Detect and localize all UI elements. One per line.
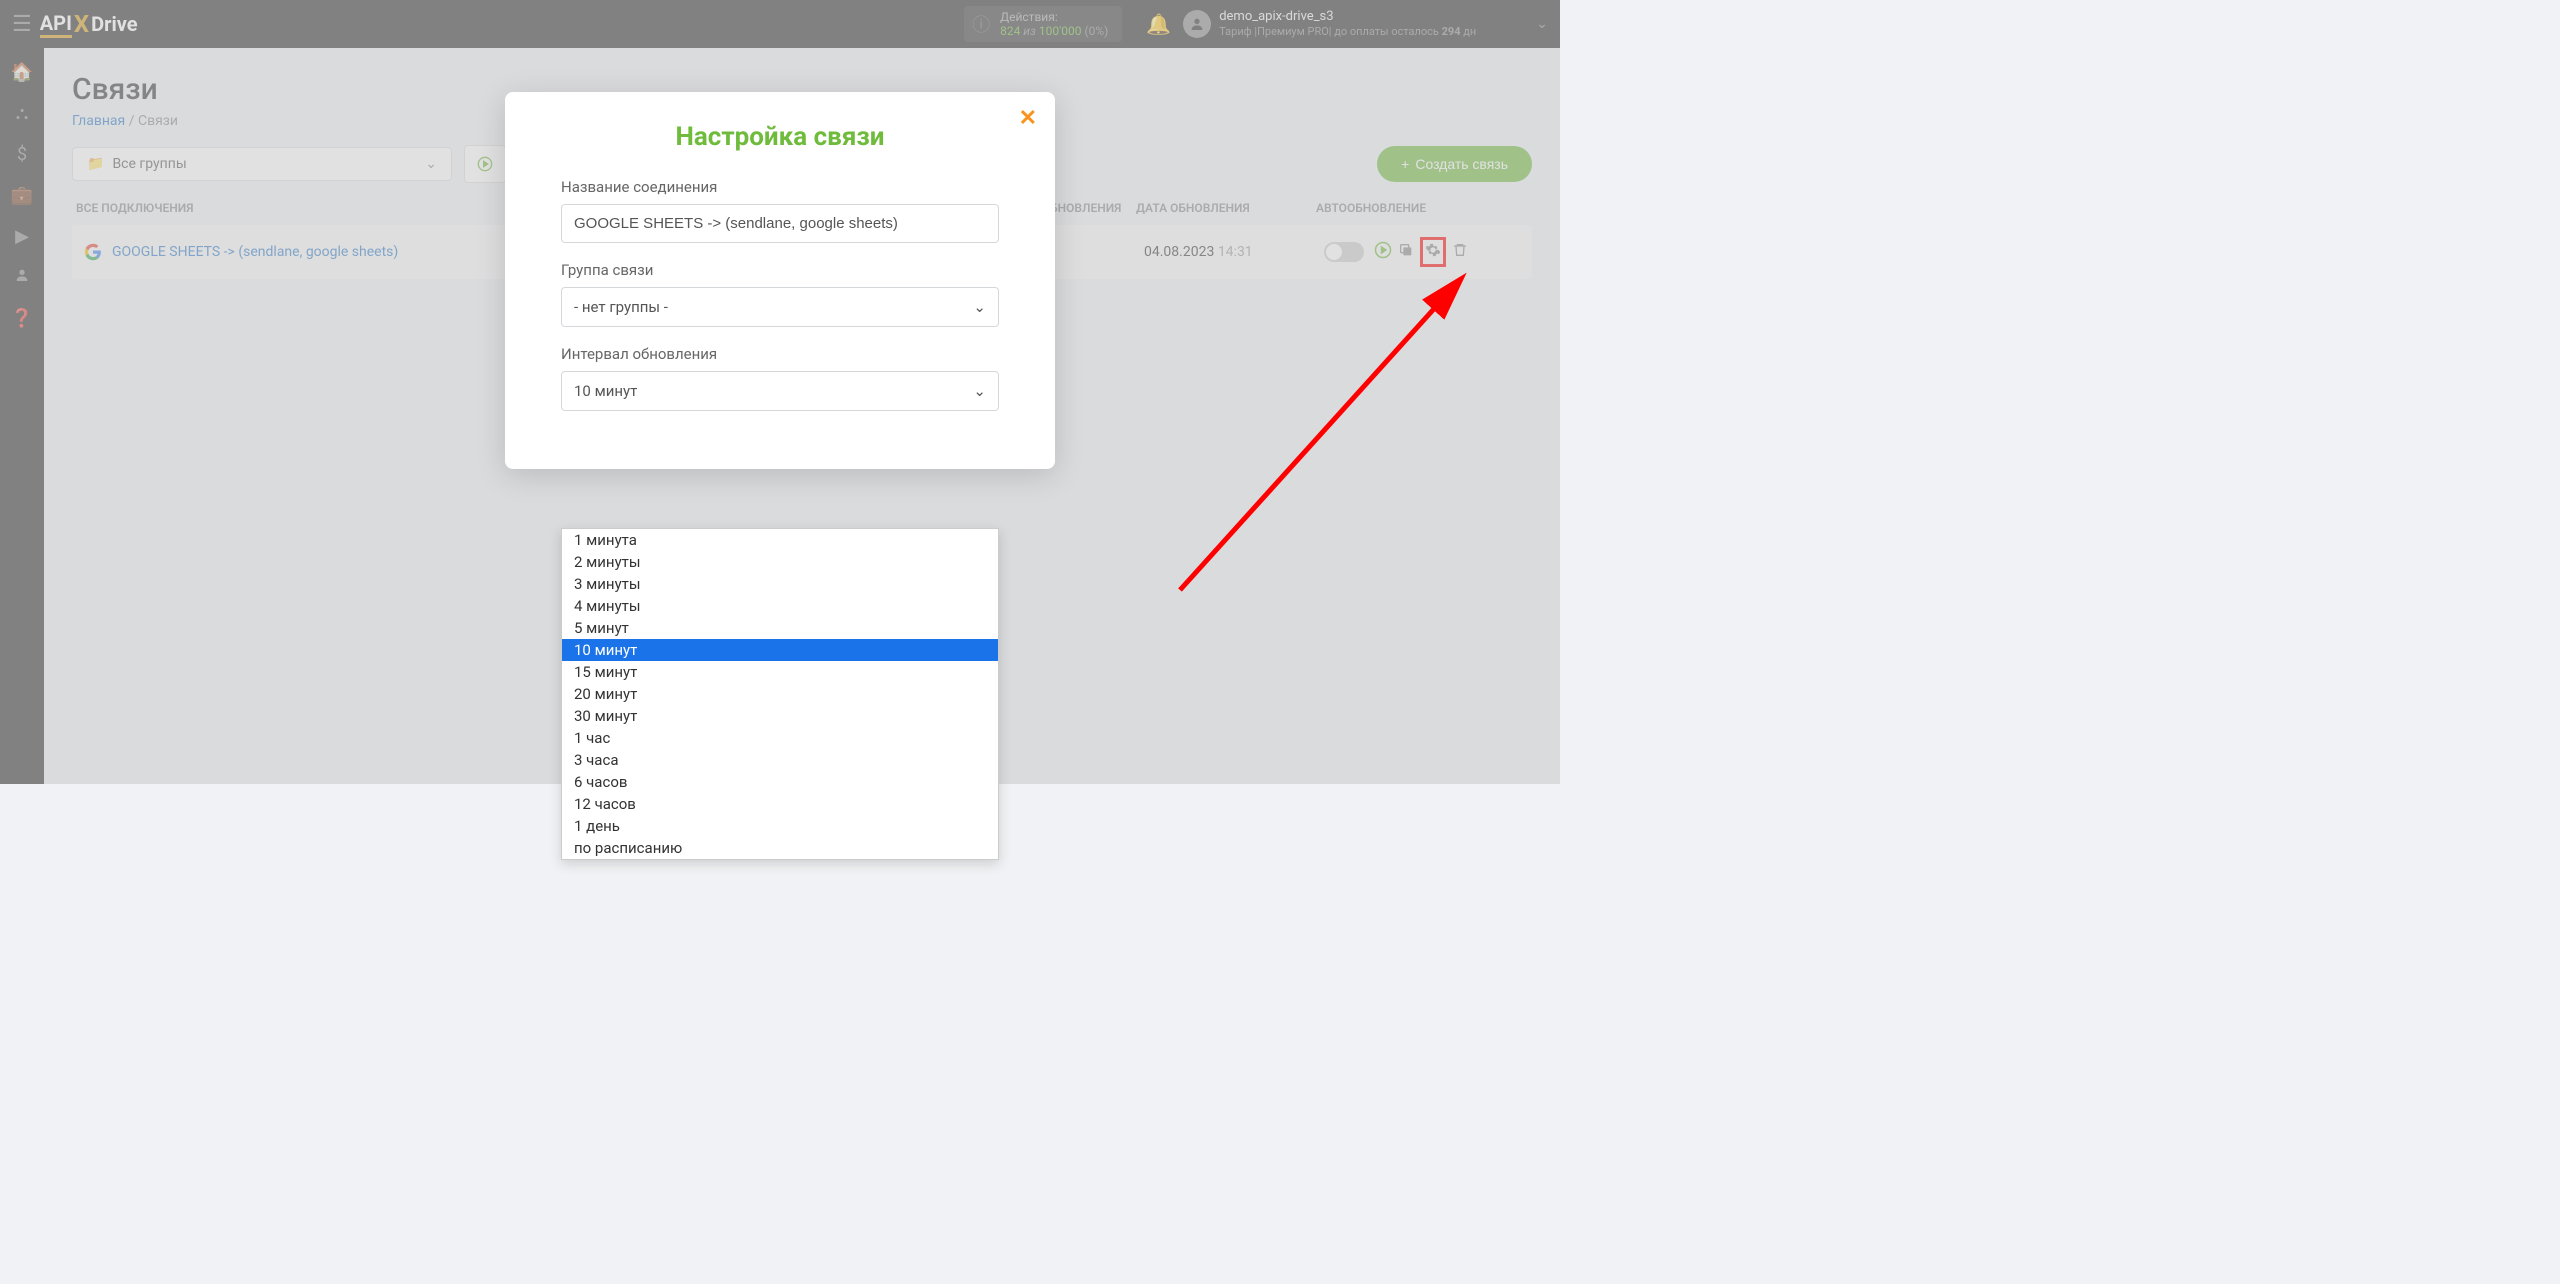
interval-option[interactable]: 1 час <box>562 727 998 749</box>
close-icon[interactable]: ✕ <box>1019 106 1037 131</box>
interval-select-field[interactable]: 10 минут ⌄ <box>561 371 999 411</box>
interval-option[interactable]: 3 минуты <box>562 573 998 595</box>
chevron-down-icon: ⌄ <box>973 298 986 316</box>
interval-option[interactable]: 1 минута <box>562 529 998 551</box>
interval-option[interactable]: 20 минут <box>562 683 998 705</box>
interval-option[interactable]: 1 день <box>562 815 998 837</box>
interval-option[interactable]: 5 минут <box>562 617 998 639</box>
interval-option[interactable]: 12 часов <box>562 793 998 815</box>
interval-option[interactable]: 4 минуты <box>562 595 998 617</box>
label-group: Группа связи <box>561 261 999 279</box>
interval-option[interactable]: 3 часа <box>562 749 998 771</box>
interval-dropdown: 1 минута2 минуты3 минуты4 минуты5 минут1… <box>561 528 999 860</box>
label-interval: Интервал обновления <box>561 345 999 363</box>
label-connection-name: Название соединения <box>561 178 999 196</box>
group-select-field[interactable]: - нет группы - ⌄ <box>561 287 999 327</box>
interval-option[interactable]: 30 минут <box>562 705 998 727</box>
interval-option[interactable]: 10 минут <box>562 639 998 661</box>
interval-option[interactable]: 15 минут <box>562 661 998 683</box>
interval-option[interactable]: 6 часов <box>562 771 998 793</box>
modal-title: Настройка связи <box>561 122 999 152</box>
interval-option[interactable]: 2 минуты <box>562 551 998 573</box>
connection-settings-modal: ✕ Настройка связи Название соединения Гр… <box>505 92 1055 469</box>
connection-name-input[interactable] <box>561 204 999 243</box>
chevron-down-icon: ⌄ <box>973 382 986 400</box>
interval-option[interactable]: по расписанию <box>562 837 998 859</box>
